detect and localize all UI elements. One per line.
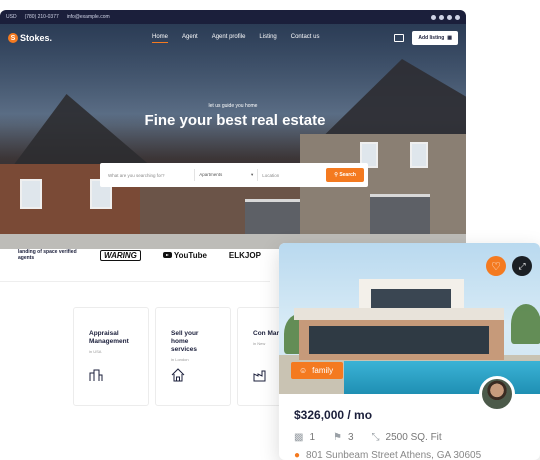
bedrooms: ▩ 1 [294,432,315,443]
bath-icon: ⚑ [333,432,342,443]
nav-actions: Add listing ▦ [394,31,458,45]
window [410,142,428,168]
property-features: ▩ 1 ⚑ 3 ⤡ 2500 SQ. Fit [294,432,442,443]
brand-tagline: landing of space verified agents [18,249,77,261]
address-text: 801 Sunbeam Street Athens, GA 30605 [306,450,482,460]
phone-number[interactable]: (780) 210-0377 [25,14,59,20]
nav-menu: Home Agent Agent profile Listing Contact… [152,34,319,43]
instagram-icon[interactable] [447,14,452,20]
currency-selector[interactable]: USD [6,14,17,20]
hero-title: Fine your best real estate [144,112,326,129]
service-card[interactable]: Sell your home services in London [155,307,231,406]
brand-logo-waring: WARING [100,249,141,261]
nav-item-agent-profile[interactable]: Agent profile [212,34,246,43]
factory-icon [253,370,266,382]
nav-item-home[interactable]: Home [152,34,169,43]
area-value: 2500 SQ. Fit [385,432,442,443]
bathrooms-count: 3 [347,432,354,443]
agent-avatar[interactable] [479,376,515,412]
search-input[interactable]: What are you searching for? [104,173,190,178]
service-title: Appraisal Management [89,330,129,345]
area: ⤡ 2500 SQ. Fit [372,432,442,443]
search-button-label: Search [339,172,356,178]
building-icon [89,369,103,381]
property-photo[interactable]: ♡ ⤢ ☺ family [279,243,540,394]
brand-logo-youtube: YouTube [162,250,207,260]
youtube-wordmark: YouTube [173,250,207,260]
hero-house-right [300,134,466,249]
service-location: in USA [89,349,102,354]
add-listing-label: Add listing [418,35,445,41]
search-button[interactable]: ⚲ Search [326,168,364,182]
brand-logo-elkjop: ELKJOP [228,250,261,260]
divider [194,169,196,181]
twitter-icon[interactable] [439,14,444,20]
bedrooms-count: 1 [309,432,316,443]
location-input[interactable]: Location [262,173,322,178]
palm-tree [511,304,540,344]
facebook-icon[interactable] [431,14,436,20]
area-icon: ⤡ [371,432,380,443]
divider [257,169,259,181]
nav-item-contact[interactable]: Contact us [291,34,320,43]
pinterest-icon[interactable] [455,14,460,20]
section-divider [0,281,270,282]
cart-icon[interactable] [394,34,405,42]
youtube-icon [162,252,172,258]
property-address: ● 801 Sunbeam Street Athens, GA 30605 [294,450,481,460]
users-icon: ☺ [299,366,308,375]
window [20,179,42,209]
window [309,326,489,354]
main-nav: S Stokes. Home Agent Agent profile Listi… [0,24,466,52]
house-icon [171,368,185,382]
property-price: $326,000 / mo [294,408,373,422]
top-info-bar: USD (780) 210-0377 info@example.com [0,10,466,24]
heart-icon[interactable]: ♡ [486,256,506,276]
nav-item-listing[interactable]: Listing [259,34,276,43]
email-address[interactable]: info@example.com [67,14,110,20]
property-type-select[interactable]: Apartments ▾ [199,172,253,178]
category-badge: ☺ family [291,362,344,379]
nav-item-agent[interactable]: Agent [182,34,198,43]
logo-mark-icon: S [8,33,18,43]
villa-balcony [294,308,504,320]
property-card[interactable]: ♡ ⤢ ☺ family $326,000 / mo ▩ 1 ⚑ 3 ⤡ 2500 S… [279,243,540,460]
grid-icon: ▦ [447,35,452,41]
brand-strip: landing of space verified agents WARING … [0,238,300,272]
map-pin-icon: ● [294,450,301,460]
social-links [431,14,460,20]
search-bar: What are you searching for? Apartments ▾… [100,163,368,187]
hero-section: S Stokes. Home Agent Agent profile Listi… [0,24,466,249]
category-label: family [312,366,334,375]
service-card[interactable]: Appraisal Management in USA [73,307,149,406]
screenshot-stage: USD (780) 210-0377 info@example.com S St… [0,0,540,460]
bed-icon: ▩ [294,432,304,443]
service-title: Sell your home services [171,330,199,353]
chevron-down-icon: ▾ [250,172,254,177]
property-type-value: Apartments [199,172,223,177]
site-logo[interactable]: S Stokes. [8,33,52,43]
logo-text: Stokes. [20,33,53,43]
villa-ground-floor [299,320,504,360]
hero-subtitle: let us guide you home [208,103,258,109]
service-location: in London [171,357,189,362]
bathrooms: ⚑ 3 [333,432,354,443]
expand-icon[interactable]: ⤢ [512,256,532,276]
add-listing-button[interactable]: Add listing ▦ [412,31,458,45]
